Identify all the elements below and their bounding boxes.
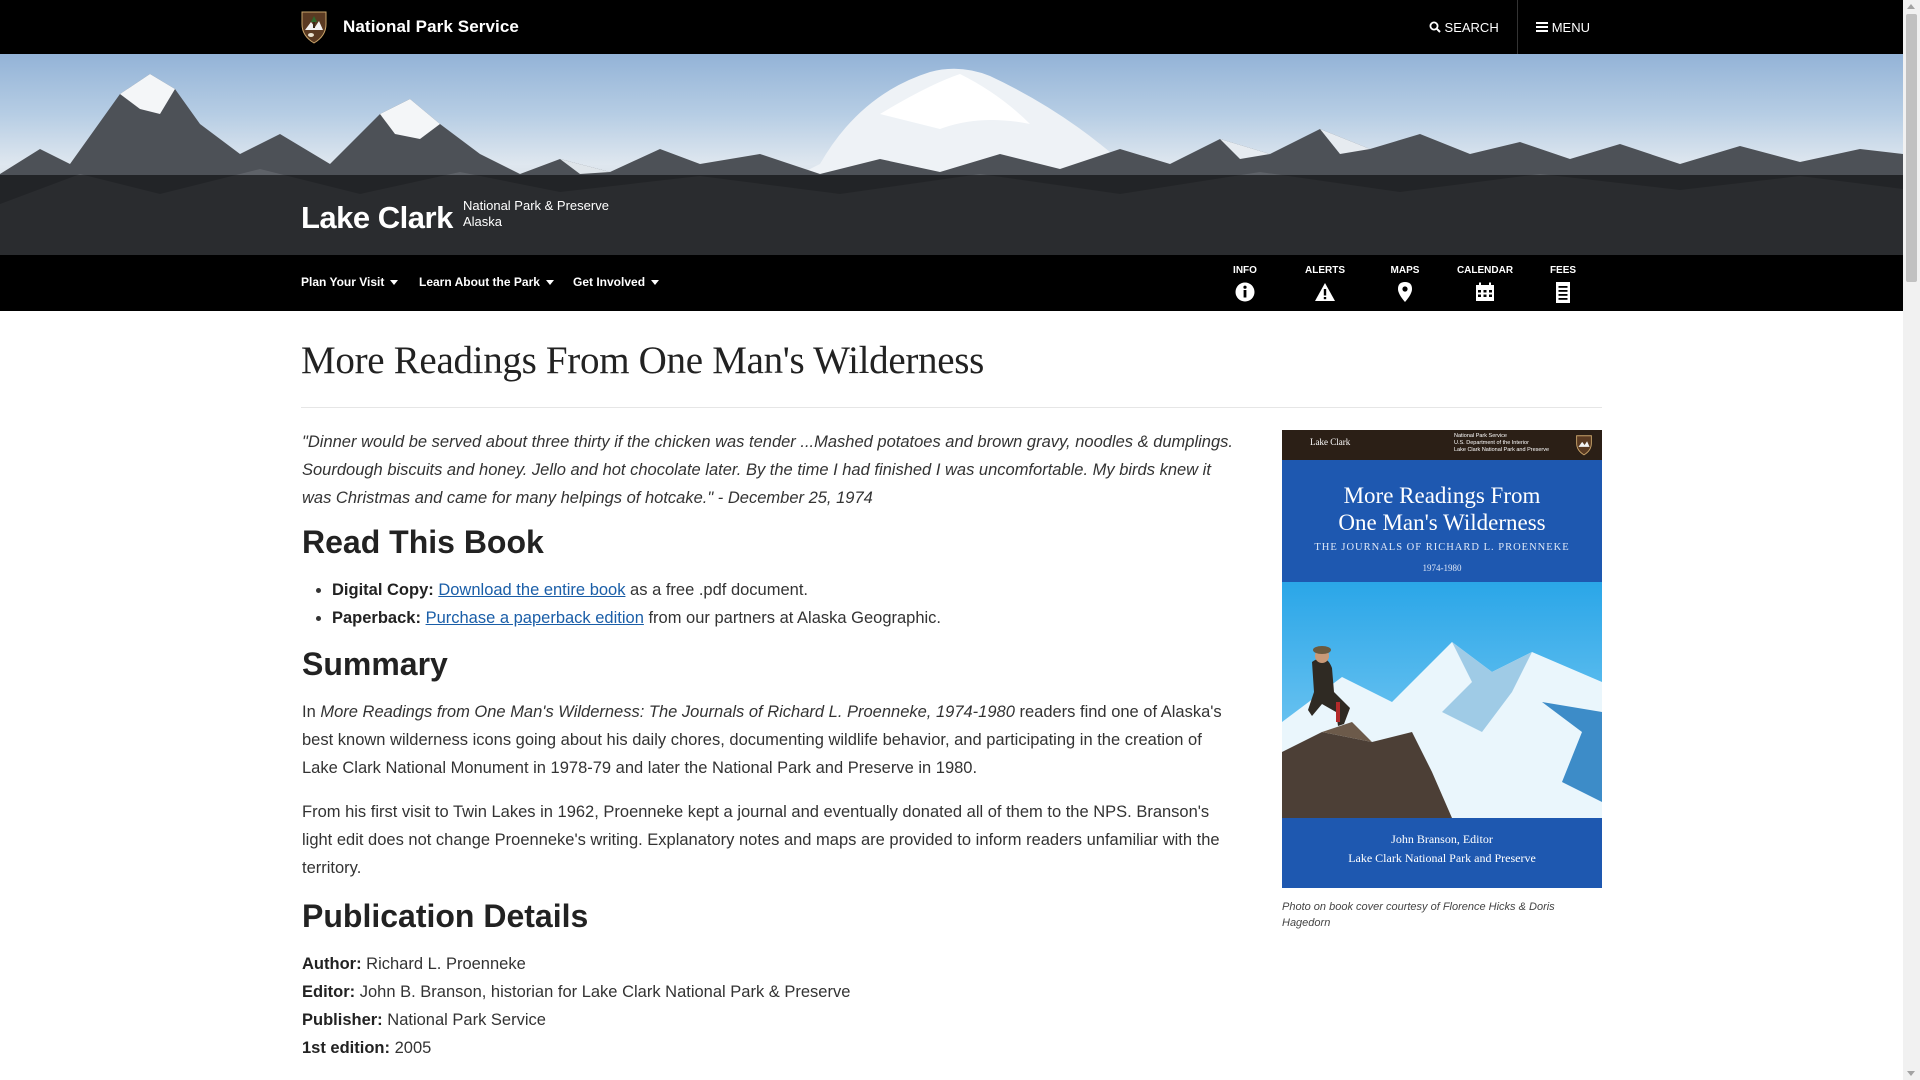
pub-editor: Editor: John B. Branson, historian for L…	[302, 978, 1237, 1006]
menu-label: MENU	[1551, 19, 1590, 35]
nav-maps-label: MAPS	[1390, 265, 1420, 276]
cover-agency-line: U.S. Department of the Interior	[1454, 440, 1529, 446]
chevron-down-icon	[651, 279, 660, 285]
cover-title-line: One Man's Wilderness	[1338, 510, 1546, 535]
pub-editor-label: Editor:	[302, 983, 356, 1001]
top-bar: National Park Service SEARCH MENU	[0, 0, 1903, 54]
publication-details-heading: Publication Details	[302, 898, 589, 934]
cover-agency-line: National Park Service	[1454, 433, 1507, 439]
menu-button[interactable]: MENU	[1516, 0, 1590, 54]
park-name[interactable]: Lake Clark	[301, 200, 453, 236]
cover-agency: National Park Service U.S. Department of…	[1454, 433, 1549, 454]
park-state: Alaska	[463, 214, 503, 229]
nav-info[interactable]: INFO	[1210, 265, 1280, 302]
scrollbar-thumb[interactable]	[1906, 14, 1917, 282]
main-content: "Dinner would be served about three thir…	[302, 428, 1237, 1062]
search-icon	[1429, 21, 1441, 33]
journal-quote: "Dinner would be served about three thir…	[302, 433, 1233, 507]
map-pin-icon	[1398, 282, 1412, 302]
cover-title: More Readings From One Man's Wilderness	[1282, 482, 1602, 536]
park-designation: National Park & Preserve Alaska	[463, 198, 609, 230]
search-button[interactable]: SEARCH	[1411, 0, 1517, 54]
cover-park-name: Lake Clark	[1310, 437, 1351, 447]
book-full-title: More Readings from One Man's Wilderness:…	[320, 703, 1015, 721]
nav-calendar[interactable]: CALENDAR	[1450, 265, 1520, 302]
chevron-down-icon	[545, 279, 554, 285]
nav-learn-about-the-park-label: Learn About the Park	[419, 275, 540, 289]
paperback-label: Paperback:	[332, 609, 421, 627]
pub-edition-label: 1st edition:	[302, 1039, 391, 1057]
nav-learn-about-the-park[interactable]: Learn About the Park	[419, 275, 554, 289]
book-cover-image[interactable]: Lake Clark National Park Service U.S. De…	[1282, 430, 1602, 888]
cover-years: 1974-1980	[1422, 563, 1462, 573]
summary-p1-lead: In	[302, 703, 321, 721]
summary-paragraph-1: In More Readings from One Man's Wilderne…	[302, 698, 1237, 782]
cover-photo-caption: Photo on book cover courtesy of Florence…	[1282, 901, 1555, 929]
nav-plan-your-visit[interactable]: Plan Your Visit	[301, 275, 399, 289]
nps-arrowhead-logo-icon	[301, 11, 327, 44]
cover-credits: John Branson, Editor Lake Clark National…	[1282, 830, 1602, 868]
nav-get-involved-label: Get Involved	[573, 275, 646, 289]
read-options-list: Digital Copy: Download the entire book a…	[302, 576, 1237, 632]
page-title: More Readings From One Man's Wilderness	[301, 339, 985, 382]
pub-author-label: Author:	[302, 955, 362, 973]
nav-info-label: INFO	[1233, 265, 1257, 276]
park-banner: Lake Clark National Park & Preserve Alas…	[0, 54, 1903, 255]
brand-name: National Park Service	[343, 17, 519, 36]
nav-maps[interactable]: MAPS	[1370, 265, 1440, 302]
list-item: Paperback: Purchase a paperback edition …	[332, 604, 1237, 632]
pub-publisher-label: Publisher:	[302, 1011, 383, 1029]
read-this-book-heading: Read This Book	[302, 524, 544, 560]
pub-publisher-value: National Park Service	[382, 1011, 546, 1029]
hamburger-icon	[1535, 22, 1548, 32]
list-item: Digital Copy: Download the entire book a…	[332, 576, 1237, 604]
summary-heading: Summary	[302, 646, 448, 682]
paperback-text: from our partners at Alaska Geographic.	[643, 609, 942, 627]
cover-editor: John Branson, Editor	[1391, 832, 1493, 846]
scroll-up-icon[interactable]	[1907, 4, 1915, 9]
nav-fees-label: FEES	[1549, 265, 1577, 276]
nav-calendar-label: CALENDAR	[1456, 265, 1514, 276]
cover-subtitle: THE JOURNALS OF RICHARD L. PROENNEKE	[1314, 542, 1570, 553]
nps-arrowhead-logo-icon	[1576, 435, 1592, 456]
info-icon	[1235, 282, 1255, 302]
page-scrollbar[interactable]	[1903, 0, 1920, 1080]
cover-agency-line: Lake Clark National Park and Preserve	[1454, 447, 1550, 453]
summary-paragraph-2: From his first visit to Twin Lakes in 19…	[302, 803, 1220, 877]
cover-title-line: More Readings From	[1343, 483, 1541, 508]
receipt-icon	[1556, 282, 1570, 303]
pub-edition: 1st edition: 2005	[302, 1034, 1237, 1062]
cover-publisher: Lake Clark National Park and Preserve	[1348, 851, 1536, 865]
chevron-down-icon	[390, 279, 399, 285]
title-divider	[301, 407, 1602, 408]
pub-author: Author: Richard L. Proenneke	[302, 950, 1237, 978]
park-nav-bar: Plan Your Visit Learn About the Park Get…	[0, 255, 1903, 311]
cover-photo-mountaineer	[1282, 582, 1602, 818]
nav-alerts[interactable]: ALERTS	[1290, 265, 1360, 302]
cover-header-strip: Lake Clark National Park Service U.S. De…	[1282, 430, 1602, 460]
nav-get-involved[interactable]: Get Involved	[573, 275, 660, 289]
park-designation-type: National Park & Preserve	[463, 198, 609, 213]
pub-edition-value: 2005	[390, 1039, 432, 1057]
digital-copy-label: Digital Copy:	[332, 581, 434, 599]
alert-icon	[1315, 283, 1335, 301]
pub-author-value: Richard L. Proenneke	[361, 955, 526, 973]
banner-title-overlay	[0, 175, 1903, 255]
nav-plan-your-visit-label: Plan Your Visit	[301, 275, 385, 289]
scroll-down-icon[interactable]	[1907, 1071, 1915, 1076]
pub-publisher: Publisher: National Park Service	[302, 1006, 1237, 1034]
nav-fees[interactable]: FEES	[1528, 265, 1598, 303]
download-book-link[interactable]: Download the entire book	[438, 581, 625, 599]
calendar-icon	[1476, 282, 1494, 301]
search-label: SEARCH	[1444, 19, 1499, 35]
nps-home-link[interactable]: National Park Service	[301, 10, 519, 44]
pub-editor-value: John B. Branson, historian for Lake Clar…	[355, 983, 851, 1001]
digital-copy-text: as a free .pdf document.	[625, 581, 808, 599]
purchase-paperback-link[interactable]: Purchase a paperback edition	[426, 609, 644, 627]
nav-alerts-label: ALERTS	[1305, 265, 1345, 276]
